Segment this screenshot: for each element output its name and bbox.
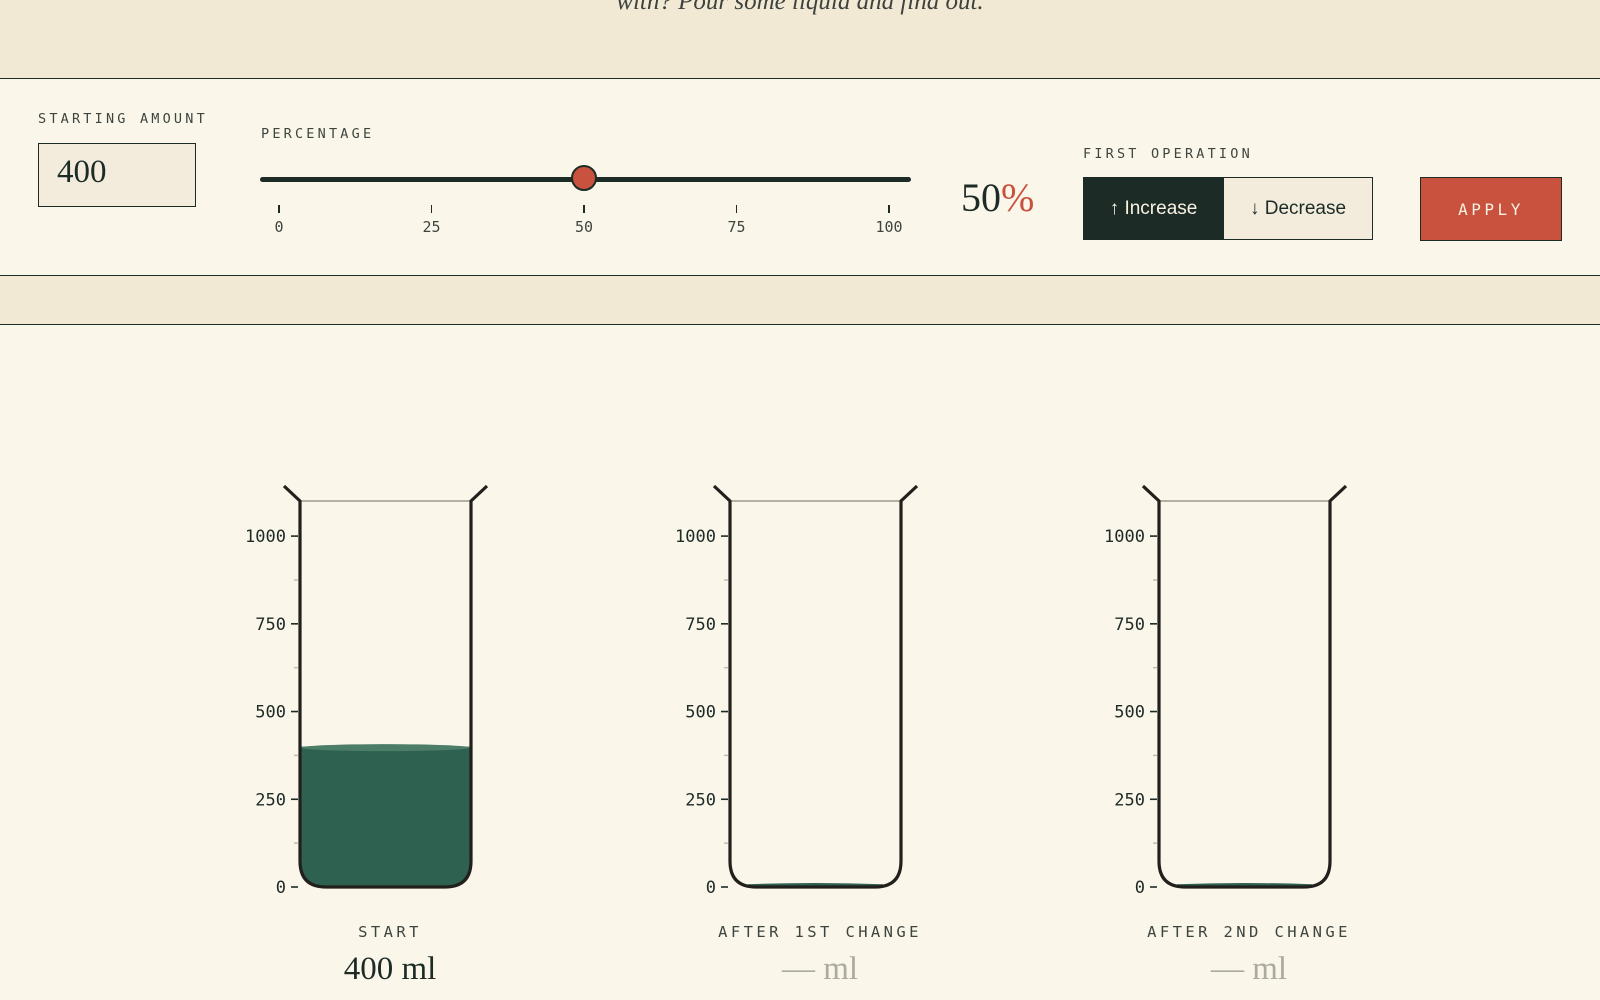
scale-label: 1000 — [245, 527, 286, 547]
beaker-graphic: 1000 750 500 250 0 — [1104, 484, 1348, 898]
first-operation-label: FIRST OPERATION — [1083, 146, 1253, 162]
beaker-glass — [712, 484, 919, 889]
starting-amount-input[interactable]: 400 — [38, 143, 196, 207]
scale-label: 0 — [1135, 878, 1145, 898]
operation-toggle: ↑ Increase ↓ Decrease — [1083, 177, 1373, 240]
beaker-graphic: 1000 750 500 250 0 — [675, 484, 919, 898]
slider-tick-mark — [430, 205, 433, 213]
slider-tick-mark — [583, 205, 585, 213]
slider-tick-label: 75 — [727, 218, 746, 236]
slider-tick-mark — [735, 205, 738, 213]
controls-panel: STARTING AMOUNT 400 PERCENTAGE 0 25 50 75 10… — [0, 79, 1600, 276]
apply-button[interactable]: APPLY — [1420, 177, 1562, 241]
slider-tick-label: 25 — [422, 218, 441, 236]
scale-label: 500 — [255, 703, 286, 723]
increase-button[interactable]: ↑ Increase — [1084, 178, 1223, 239]
slider-tick-label: 50 — [574, 218, 594, 236]
intro-banner: with? Pour some liquid and find out. — [0, 0, 1600, 79]
scale-label: 1000 — [675, 527, 716, 547]
scale-label: 0 — [706, 878, 716, 898]
beaker-start: 1000 750 500 250 0 START 400 ml — [240, 470, 540, 1000]
slider-tick-mark — [278, 205, 280, 213]
section-divider — [0, 276, 1600, 325]
beaker-after-second-change: 1000 750 500 250 0 AFTER 2ND CHANGE — ml — [1099, 470, 1399, 1000]
intro-text: with? Pour some liquid and find out. — [616, 0, 984, 15]
percentage-label: PERCENTAGE — [261, 126, 375, 142]
beaker-value: — ml — [781, 951, 859, 987]
percentage-slider-thumb[interactable] — [571, 165, 597, 191]
liquid — [300, 746, 471, 887]
beaker-after-first-change: 1000 750 500 250 0 AFTER 1ST CHANGE — ml — [670, 470, 970, 1000]
scale-label: 750 — [685, 615, 716, 635]
liquid-surface — [301, 744, 470, 752]
percentage-display: 50% — [961, 174, 1034, 221]
scale-label: 750 — [255, 615, 286, 635]
decrease-button[interactable]: ↓ Decrease — [1223, 178, 1372, 239]
scale-label: 750 — [1114, 615, 1145, 635]
starting-amount-label: STARTING AMOUNT — [38, 111, 208, 127]
scale-label: 500 — [685, 703, 716, 723]
scale-label: 250 — [685, 790, 716, 810]
slider-tick-mark — [888, 205, 890, 213]
scale-label: 0 — [276, 878, 286, 898]
beaker-value: 400 ml — [343, 951, 437, 987]
beaker-caption: AFTER 2ND CHANGE — [1147, 923, 1351, 941]
scale-label: 500 — [1114, 703, 1145, 723]
percentage-number: 50 — [961, 175, 1001, 220]
scale-label: 1000 — [1104, 527, 1145, 547]
scale-label: 250 — [1114, 790, 1145, 810]
beaker-graphic: 1000 750 500 250 0 — [245, 484, 489, 898]
liquid-trace — [1176, 883, 1313, 887]
beaker-value: — ml — [1210, 951, 1288, 987]
slider-tick-label: 100 — [875, 218, 903, 236]
percentage-sign: % — [1001, 175, 1035, 220]
beaker-caption: AFTER 1ST CHANGE — [718, 923, 922, 941]
beaker-caption: START — [358, 923, 422, 941]
scale-label: 250 — [255, 790, 286, 810]
liquid-trace — [747, 883, 884, 887]
slider-tick-label: 0 — [274, 218, 284, 236]
beaker-glass — [1141, 484, 1348, 889]
